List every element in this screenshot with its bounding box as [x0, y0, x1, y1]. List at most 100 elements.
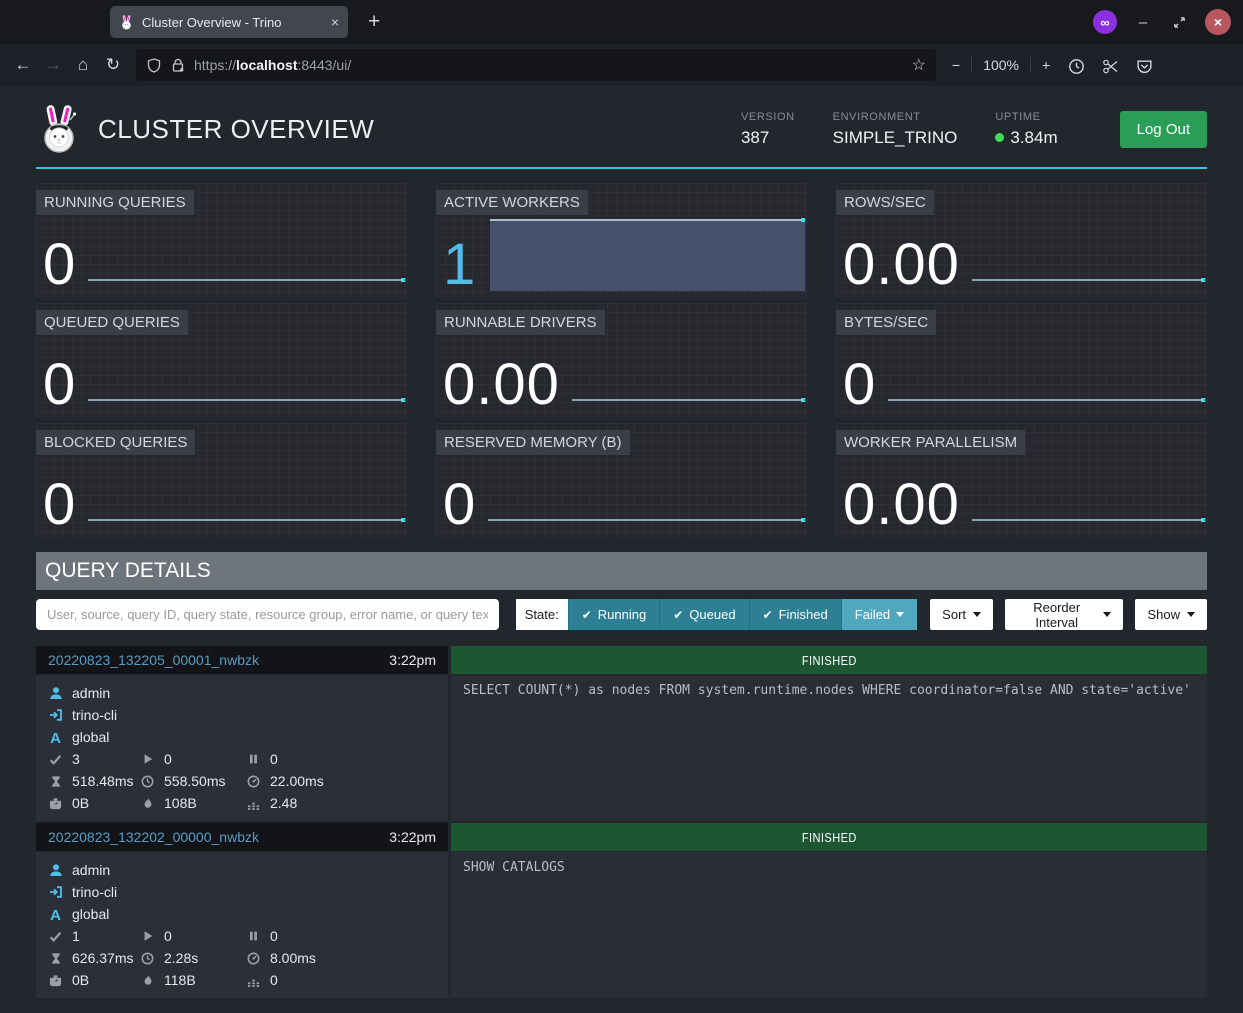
cumulative-memory-flame-icon — [140, 973, 155, 988]
query-entry: 20220823_132202_00000_nwbzk 3:22pm admin… — [36, 823, 1207, 998]
current-memory-scale-icon — [48, 973, 63, 988]
source-sign-in-icon — [48, 708, 63, 723]
url-bar[interactable]: https://localhost:8443/ui/ ☆ — [136, 49, 936, 81]
stat-label: RUNNING QUERIES — [36, 190, 194, 215]
window-maximize-button[interactable] — [1169, 12, 1189, 32]
resource-group-icon: A — [48, 730, 63, 745]
query-id-link[interactable]: 20220823_132202_00000_nwbzk — [48, 829, 259, 845]
sparkline — [88, 519, 405, 521]
history-clock-icon[interactable] — [1068, 58, 1083, 73]
app-header: CLUSTER OVERVIEW VERSION 387 ENVIRONMENT… — [36, 86, 1207, 169]
completed-splits-check-icon — [48, 752, 63, 767]
filter-queued-button[interactable]: ✔ Queued — [659, 599, 748, 630]
window-close-button[interactable]: × — [1205, 9, 1231, 35]
logout-button[interactable]: Log Out — [1120, 111, 1207, 148]
wall-time: 626.37ms — [72, 950, 133, 966]
stat-panel-runnable-drivers: RUNNABLE DRIVERS 0.00 — [436, 303, 807, 418]
wall-time-hourglass-icon — [48, 951, 63, 966]
sort-dropdown[interactable]: Sort — [930, 599, 993, 630]
query-source: trino-cli — [72, 707, 117, 723]
browser-tab[interactable]: Cluster Overview - Trino × — [110, 6, 348, 38]
url-text[interactable]: https://localhost:8443/ui/ — [194, 57, 351, 73]
shield-icon[interactable] — [146, 58, 161, 73]
check-icon: ✔ — [673, 608, 683, 622]
query-entry: 20220823_132205_00001_nwbzk 3:22pm admin… — [36, 646, 1207, 821]
wall-time: 518.48ms — [72, 773, 133, 789]
parallelism: 2.48 — [270, 795, 297, 811]
stat-label: BYTES/SEC — [836, 310, 936, 335]
stat-value: 1 — [443, 238, 476, 291]
completed-splits: 3 — [72, 751, 80, 767]
extension-icon[interactable]: ∞ — [1093, 10, 1117, 34]
stat-panel-rows-sec: ROWS/SEC 0.00 — [836, 183, 1207, 298]
check-icon: ✔ — [763, 608, 773, 622]
stat-value: 0.00 — [843, 238, 960, 291]
query-filter-toolbar: State: ✔ Running ✔ Queued ✔ Finished Fai… — [36, 599, 1207, 630]
reload-button[interactable]: ↻ — [98, 50, 128, 80]
stat-value: 0.00 — [443, 358, 560, 411]
lock-warning-icon[interactable] — [170, 58, 185, 73]
stat-panel-reserved-memory: RESERVED MEMORY (B) 0 — [436, 423, 807, 538]
zoom-in-button[interactable]: + — [1042, 57, 1050, 73]
cpu-time: 22.00ms — [270, 773, 324, 789]
running-splits: 0 — [164, 751, 172, 767]
state-filter-label: State: — [516, 599, 568, 630]
stat-label: QUEUED QUERIES — [36, 310, 188, 335]
query-summary: admin trino-cli Aglobal 1 0 0 626.37ms 2… — [36, 852, 448, 998]
query-id-bar: 20220823_132202_00000_nwbzk 3:22pm — [36, 823, 448, 851]
home-button[interactable]: ⌂ — [68, 50, 98, 80]
stat-label: ACTIVE WORKERS — [436, 190, 588, 215]
uptime-label: UPTIME — [995, 111, 1057, 123]
current-memory: 0B — [72, 795, 89, 811]
sparkline-filled — [490, 219, 805, 291]
zoom-level[interactable]: 100% — [983, 57, 1019, 73]
stat-value: 0 — [43, 478, 76, 531]
completed-splits-check-icon — [48, 929, 63, 944]
total-time: 558.50ms — [164, 773, 225, 789]
cpu-time-gauge-icon — [246, 951, 261, 966]
stat-panel-bytes-sec: BYTES/SEC 0 — [836, 303, 1207, 418]
tab-title: Cluster Overview - Trino — [142, 15, 281, 30]
query-list: 20220823_132205_00001_nwbzk 3:22pm admin… — [36, 646, 1207, 998]
stat-panel-blocked-queries: BLOCKED QUERIES 0 — [36, 423, 407, 538]
query-summary: admin trino-cli Aglobal 3 0 0 518.48ms 5… — [36, 675, 448, 821]
parallelism: 0 — [270, 972, 278, 988]
page-title: CLUSTER OVERVIEW — [98, 114, 374, 145]
filter-finished-button[interactable]: ✔ Finished — [749, 599, 841, 630]
chevron-down-icon — [1187, 612, 1195, 617]
cpu-time-gauge-icon — [246, 774, 261, 789]
forward-button[interactable]: → — [38, 50, 68, 80]
filter-failed-dropdown[interactable]: Failed — [841, 599, 917, 630]
parallelism-chart-icon — [246, 973, 261, 988]
query-search-input[interactable] — [36, 599, 499, 630]
environment-label: ENVIRONMENT — [833, 111, 958, 123]
sparkline — [972, 279, 1205, 281]
bookmark-star-icon[interactable]: ☆ — [912, 55, 926, 75]
show-dropdown[interactable]: Show — [1135, 599, 1207, 630]
cumulative-memory: 108B — [164, 795, 197, 811]
cumulative-memory: 118B — [164, 972, 196, 988]
query-id-link[interactable]: 20220823_132205_00001_nwbzk — [48, 652, 259, 668]
running-splits-play-icon — [140, 752, 155, 767]
stat-label: ROWS/SEC — [836, 190, 934, 215]
cpu-time: 8.00ms — [270, 950, 316, 966]
version-block: VERSION 387 — [741, 111, 795, 148]
tab-close-icon[interactable]: × — [331, 14, 339, 30]
reorder-interval-dropdown[interactable]: Reorder Interval — [1005, 599, 1123, 630]
zoom-out-button[interactable]: − — [952, 57, 960, 73]
filter-running-button[interactable]: ✔ Running — [568, 599, 660, 630]
back-button[interactable]: ← — [8, 50, 38, 80]
uptime-value: 3.84m — [1010, 128, 1057, 148]
user-icon — [48, 863, 63, 878]
check-icon: ✔ — [582, 608, 592, 622]
window-minimize-button[interactable]: – — [1133, 12, 1153, 32]
pocket-icon[interactable] — [1136, 58, 1151, 73]
new-tab-button[interactable]: + — [368, 10, 380, 34]
query-resource-group: global — [72, 906, 109, 922]
stat-panel-worker-parallelism: WORKER PARALLELISM 0.00 — [836, 423, 1207, 538]
query-status-badge: FINISHED — [451, 646, 1207, 674]
user-icon — [48, 686, 63, 701]
sparkline — [88, 399, 405, 401]
screenshot-scissors-icon[interactable] — [1102, 58, 1117, 73]
stat-value: 0.00 — [843, 478, 960, 531]
